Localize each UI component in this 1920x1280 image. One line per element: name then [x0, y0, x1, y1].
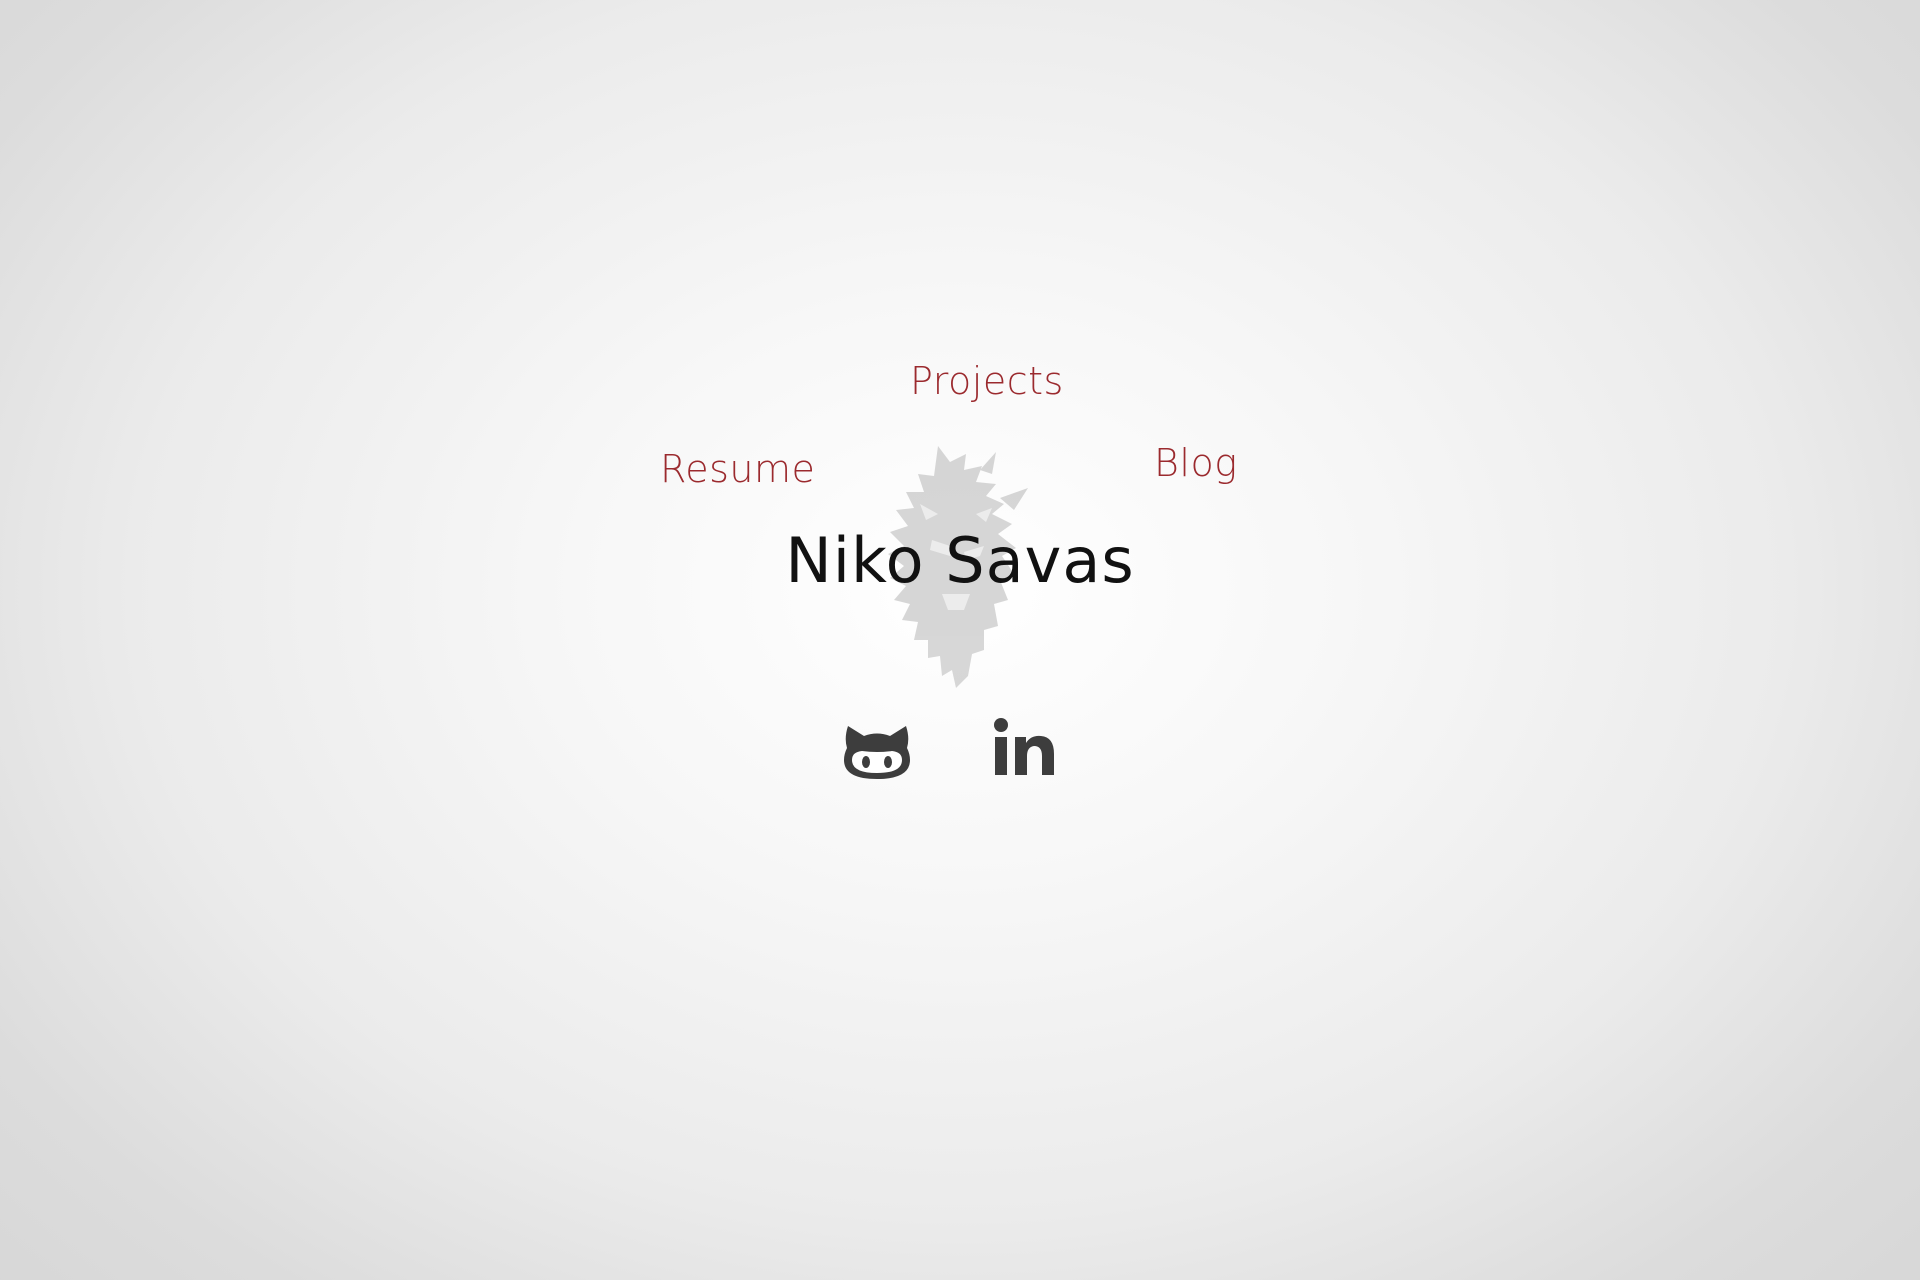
nav-link-blog[interactable]: Blog — [1154, 444, 1238, 482]
github-octocat-icon — [844, 726, 910, 779]
nav-link-projects[interactable]: Projects — [910, 362, 1064, 400]
hero-name: Niko Savas — [0, 530, 1920, 592]
github-link[interactable] — [842, 722, 912, 782]
linkedin-link[interactable] — [994, 718, 1056, 776]
nav-link-resume[interactable]: Resume — [660, 450, 815, 488]
hero-name-text: Niko Savas — [785, 524, 1135, 597]
linkedin-icon — [994, 718, 1054, 775]
